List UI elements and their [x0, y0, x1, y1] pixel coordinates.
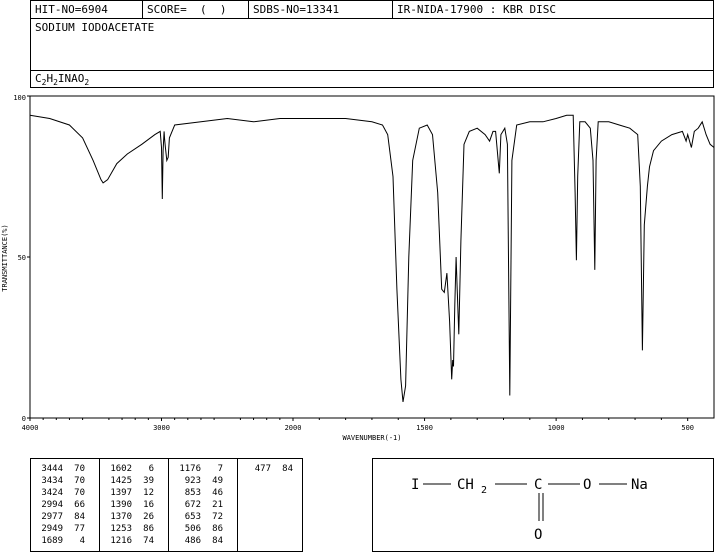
peak-wavenumber: 1689 — [41, 536, 63, 546]
x-tick-label: 1000 — [548, 424, 565, 432]
peak-transmittance: 39 — [143, 476, 154, 486]
peak-transmittance: 86 — [143, 524, 154, 534]
table-divider — [168, 459, 169, 551]
x-tick-label: 4000 — [22, 424, 39, 432]
peak-wavenumber: 486 — [184, 536, 201, 546]
y-axis-label: TRANSMITTANCE(%) — [1, 224, 9, 291]
ir-spectrum-chart: 100500 4000 3000 2000 1500 1000 500 TRANSMITT… — [1, 94, 715, 442]
peak-transmittance: 84 — [74, 512, 85, 522]
atom-oxygen: O — [583, 477, 591, 493]
peak-transmittance: 74 — [143, 536, 154, 546]
peak-wavenumber: 853 — [184, 488, 201, 498]
peak-transmittance: 46 — [212, 488, 223, 498]
peak-transmittance: 16 — [143, 500, 154, 510]
peak-wavenumber: 2994 — [41, 500, 63, 510]
atom-ch2-sub: 2 — [481, 485, 487, 496]
peak-wavenumber: 653 — [184, 512, 201, 522]
table-divider — [99, 459, 100, 551]
x-tick-label: 2000 — [285, 424, 302, 432]
peak-transmittance: 86 — [212, 524, 223, 534]
atom-carbon: C — [534, 477, 542, 493]
peak-wavenumber: 1425 — [110, 476, 132, 486]
peak-transmittance: 7 — [217, 464, 223, 474]
peak-transmittance: 4 — [79, 536, 85, 546]
x-tick-label: 3000 — [153, 424, 170, 432]
peak-transmittance: 70 — [74, 464, 85, 474]
peak-wavenumber: 923 — [184, 476, 201, 486]
spectrum-line — [29, 114, 715, 402]
peak-transmittance: 6 — [148, 464, 154, 474]
peak-wavenumber: 672 — [184, 500, 201, 510]
y-tick-label: 100 — [13, 94, 26, 102]
peak-wavenumber: 3424 — [41, 488, 63, 498]
y-tick-label: 0 — [22, 415, 26, 423]
peak-transmittance: 12 — [143, 488, 154, 498]
peak-transmittance: 21 — [212, 500, 223, 510]
x-tick-label: 1500 — [416, 424, 433, 432]
peak-wavenumber: 1602 — [110, 464, 132, 474]
table-divider — [237, 459, 238, 551]
plot-frame — [29, 95, 715, 419]
peak-wavenumber: 2949 — [41, 524, 63, 534]
peak-transmittance: 49 — [212, 476, 223, 486]
atom-oxygen-double: O — [534, 527, 542, 543]
peak-wavenumber: 1253 — [110, 524, 132, 534]
peak-wavenumber: 2977 — [41, 512, 63, 522]
peak-transmittance: 84 — [282, 464, 293, 474]
x-axis-label: WAVENUMBER(-1) — [342, 434, 401, 442]
atom-iodine: I — [411, 477, 419, 493]
peak-transmittance: 72 — [212, 512, 223, 522]
x-tick-label: 500 — [681, 424, 694, 432]
peak-table: 3444 70 3434 70 3424 70 2994 66 2977 84 2949 77 1689… — [30, 458, 303, 552]
atom-ch2: CH — [457, 477, 474, 493]
structure-diagram: I CH 2 C O Na O — [411, 477, 648, 543]
peak-transmittance: 77 — [74, 524, 85, 534]
y-tick-label: 50 — [18, 254, 26, 262]
peak-transmittance: 66 — [74, 500, 85, 510]
peak-wavenumber: 506 — [184, 524, 201, 534]
peak-transmittance: 84 — [212, 536, 223, 546]
peak-wavenumber: 1397 — [110, 488, 132, 498]
peak-wavenumber: 1390 — [110, 500, 132, 510]
peak-wavenumber: 1216 — [110, 536, 132, 546]
peak-wavenumber: 1176 — [179, 464, 201, 474]
atom-sodium: Na — [631, 477, 648, 493]
peak-transmittance: 70 — [74, 488, 85, 498]
peak-transmittance: 26 — [143, 512, 154, 522]
peak-wavenumber: 1370 — [110, 512, 132, 522]
peak-wavenumber: 477 — [254, 464, 271, 474]
peak-transmittance: 70 — [74, 476, 85, 486]
peak-wavenumber: 3444 — [41, 464, 63, 474]
peak-wavenumber: 3434 — [41, 476, 63, 486]
structure-box: I CH 2 C O Na O — [372, 458, 714, 552]
